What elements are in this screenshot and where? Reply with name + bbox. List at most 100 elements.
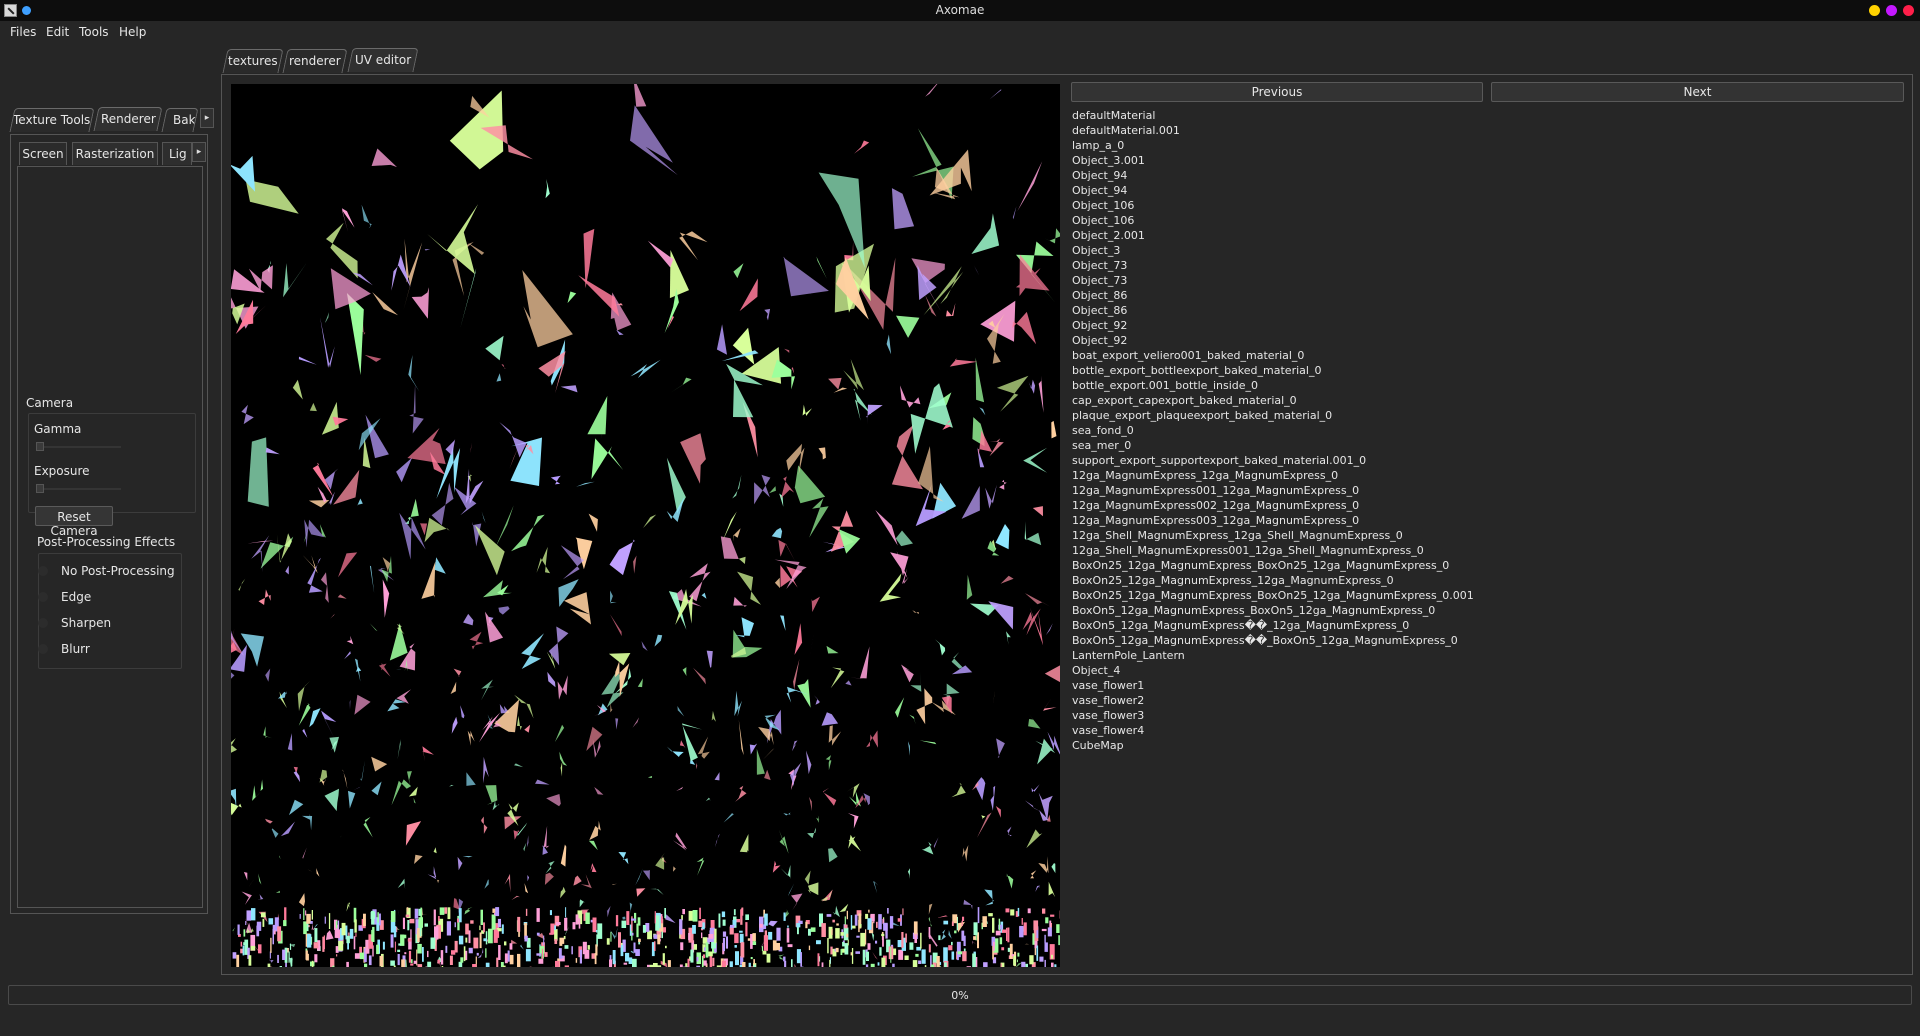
next-button[interactable]: Next bbox=[1491, 82, 1904, 102]
uv-island bbox=[643, 514, 657, 528]
mesh-list-item[interactable]: cap_export_capexport_baked_material_0 bbox=[1072, 393, 1672, 408]
subtab-lighting[interactable]: Lig bbox=[162, 142, 192, 165]
mesh-list-item[interactable]: vase_flower1 bbox=[1072, 678, 1672, 693]
tab-texture-tools[interactable]: Texture Tools bbox=[9, 108, 95, 132]
tab-textures[interactable]: textures bbox=[222, 49, 284, 73]
uv-island bbox=[479, 932, 482, 949]
uv-island bbox=[846, 910, 848, 920]
mesh-list-item[interactable]: BoxOn5_12ga_MagnumExpress��_BoxOn5_12ga_… bbox=[1072, 633, 1672, 648]
mesh-list-item[interactable]: BoxOn25_12ga_MagnumExpress_BoxOn25_12ga_… bbox=[1072, 588, 1672, 603]
uv-island bbox=[509, 954, 514, 965]
mesh-list-item[interactable]: Object_86 bbox=[1072, 288, 1672, 303]
uv-island bbox=[363, 816, 373, 838]
exposure-slider[interactable] bbox=[36, 484, 121, 494]
mesh-list-item[interactable]: lamp_a_0 bbox=[1072, 138, 1672, 153]
mesh-list-item[interactable]: sea_fond_0 bbox=[1072, 423, 1672, 438]
mesh-list-item[interactable]: 12ga_Shell_MagnumExpress001_12ga_Shell_M… bbox=[1072, 543, 1672, 558]
uv-island bbox=[787, 925, 789, 928]
mesh-list-item[interactable]: vase_flower2 bbox=[1072, 693, 1672, 708]
uv-island bbox=[772, 860, 781, 873]
mesh-list-item[interactable]: bottle_export_bottleexport_baked_materia… bbox=[1072, 363, 1672, 378]
mesh-list-item[interactable]: vase_flower3 bbox=[1072, 708, 1672, 723]
mesh-list-item[interactable]: Object_94 bbox=[1072, 168, 1672, 183]
mesh-list-item[interactable]: defaultMaterial.001 bbox=[1072, 123, 1672, 138]
menu-help[interactable]: Help bbox=[117, 23, 148, 41]
uv-island bbox=[550, 475, 561, 485]
mesh-list-item[interactable]: BoxOn25_12ga_MagnumExpress_12ga_MagnumEx… bbox=[1072, 573, 1672, 588]
mesh-list-item[interactable]: BoxOn25_12ga_MagnumExpress_BoxOn25_12ga_… bbox=[1072, 558, 1672, 573]
maximize-button[interactable] bbox=[1886, 5, 1897, 16]
mesh-list-item[interactable]: BoxOn5_12ga_MagnumExpress_BoxOn5_12ga_Ma… bbox=[1072, 603, 1672, 618]
gamma-slider-handle[interactable] bbox=[36, 442, 44, 451]
subtab-screen[interactable]: Screen bbox=[19, 142, 67, 165]
title-bar: Axomae bbox=[0, 0, 1920, 21]
uv-island bbox=[615, 915, 619, 927]
mesh-list-item[interactable]: CubeMap bbox=[1072, 738, 1672, 753]
uv-map-canvas[interactable] bbox=[231, 84, 1060, 967]
mesh-list-item[interactable]: Object_92 bbox=[1072, 318, 1672, 333]
uv-island bbox=[1021, 961, 1026, 967]
mesh-list-item[interactable]: bottle_export.001_bottle_inside_0 bbox=[1072, 378, 1672, 393]
uv-island bbox=[397, 954, 400, 966]
mesh-list-item[interactable]: defaultMaterial bbox=[1072, 108, 1672, 123]
mesh-list-item[interactable]: Object_94 bbox=[1072, 183, 1672, 198]
uv-island bbox=[1029, 955, 1034, 965]
close-button[interactable] bbox=[1903, 5, 1914, 16]
exposure-slider-handle[interactable] bbox=[36, 484, 44, 493]
uv-island bbox=[951, 652, 963, 669]
reset-camera-button[interactable]: Reset Camera bbox=[35, 506, 113, 538]
mesh-list-item[interactable]: Object_4 bbox=[1072, 663, 1672, 678]
gamma-slider[interactable] bbox=[36, 442, 121, 452]
subtab-scroll-right-icon[interactable]: ▸ bbox=[192, 142, 206, 162]
tab-uv-editor[interactable]: UV editor bbox=[347, 48, 419, 72]
uv-island bbox=[988, 913, 993, 917]
mesh-list-item[interactable]: Object_106 bbox=[1072, 198, 1672, 213]
uv-island bbox=[949, 358, 978, 367]
uv-island bbox=[382, 579, 390, 618]
mesh-list-item[interactable]: Object_3.001 bbox=[1072, 153, 1672, 168]
uv-island bbox=[890, 551, 909, 579]
uv-island bbox=[390, 934, 394, 948]
mesh-list-item[interactable]: BoxOn5_12ga_MagnumExpress��_12ga_MagnumE… bbox=[1072, 618, 1672, 633]
mesh-list-item[interactable]: 12ga_MagnumExpress003_12ga_MagnumExpress… bbox=[1072, 513, 1672, 528]
tab-bake[interactable]: Bak bbox=[161, 108, 199, 132]
mesh-list-item[interactable]: Object_2.001 bbox=[1072, 228, 1672, 243]
mesh-list-item[interactable]: 12ga_MagnumExpress002_12ga_MagnumExpress… bbox=[1072, 498, 1672, 513]
mesh-list-item[interactable]: 12ga_MagnumExpress_12ga_MagnumExpress_0 bbox=[1072, 468, 1672, 483]
minimize-button[interactable] bbox=[1869, 5, 1880, 16]
mesh-list-item[interactable]: Object_86 bbox=[1072, 303, 1672, 318]
uv-island bbox=[865, 913, 869, 919]
uv-island bbox=[299, 914, 301, 919]
mesh-list-item[interactable]: Object_106 bbox=[1072, 213, 1672, 228]
previous-button[interactable]: Previous bbox=[1071, 82, 1483, 102]
uv-island bbox=[954, 930, 957, 934]
uv-island bbox=[762, 950, 767, 955]
mesh-list-item[interactable]: Object_73 bbox=[1072, 258, 1672, 273]
tab-renderer-view[interactable]: renderer bbox=[282, 49, 348, 73]
mesh-list-item[interactable]: vase_flower4 bbox=[1072, 723, 1672, 738]
uv-island bbox=[657, 934, 661, 945]
uv-island bbox=[369, 623, 378, 632]
mesh-list-item[interactable]: plaque_export_plaqueexport_baked_materia… bbox=[1072, 408, 1672, 423]
mesh-list-item[interactable]: support_export_supportexport_baked_mater… bbox=[1072, 453, 1672, 468]
mesh-list-item[interactable]: 12ga_MagnumExpress001_12ga_MagnumExpress… bbox=[1072, 483, 1672, 498]
mesh-list-item[interactable]: Object_92 bbox=[1072, 333, 1672, 348]
mesh-list-item[interactable]: LanternPole_Lantern bbox=[1072, 648, 1672, 663]
tab-renderer[interactable]: Renderer bbox=[93, 107, 163, 131]
uv-island bbox=[1017, 161, 1043, 211]
uv-island bbox=[575, 914, 579, 925]
mesh-list-item[interactable]: boat_export_veliero001_baked_material_0 bbox=[1072, 348, 1672, 363]
mesh-list-item[interactable]: 12ga_Shell_MagnumExpress_12ga_Shell_Magn… bbox=[1072, 528, 1672, 543]
menu-files[interactable]: Files bbox=[8, 23, 38, 41]
tab-scroll-right-icon[interactable]: ▸ bbox=[200, 108, 214, 128]
mesh-list[interactable]: defaultMaterial defaultMaterial.001 lamp_a… bbox=[1072, 108, 1672, 753]
uv-island bbox=[501, 364, 506, 369]
uv-island bbox=[622, 916, 626, 920]
uv-island bbox=[961, 920, 963, 926]
menu-edit[interactable]: Edit bbox=[44, 23, 71, 41]
subtab-rasterization[interactable]: Rasterization bbox=[72, 142, 158, 165]
mesh-list-item[interactable]: Object_3 bbox=[1072, 243, 1672, 258]
mesh-list-item[interactable]: Object_73 bbox=[1072, 273, 1672, 288]
mesh-list-item[interactable]: sea_mer_0 bbox=[1072, 438, 1672, 453]
menu-tools[interactable]: Tools bbox=[77, 23, 111, 41]
